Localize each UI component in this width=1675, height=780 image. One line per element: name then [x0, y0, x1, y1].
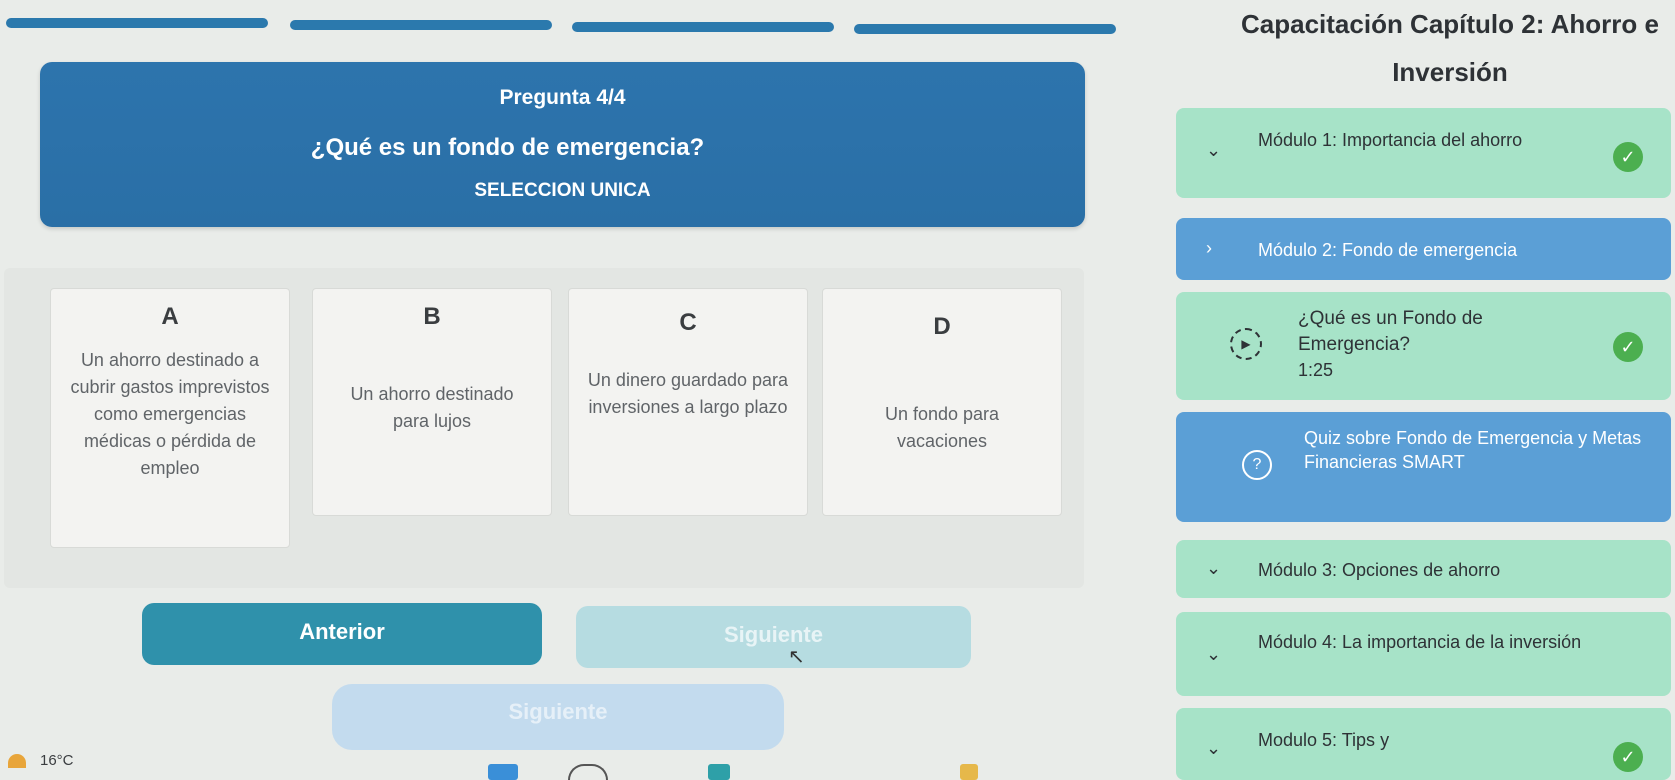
progress-segment-4	[854, 24, 1116, 34]
taskbar	[0, 748, 1675, 780]
question-card: Pregunta 4/4 ¿Qué es un fondo de emergen…	[40, 62, 1085, 227]
question-type: SELECCION UNICA	[474, 180, 651, 201]
quiz-item[interactable]: ? Quiz sobre Fondo de Emergencia y Metas…	[1176, 412, 1671, 522]
option-c[interactable]: C Un dinero guardado para inversiones a …	[568, 288, 808, 516]
quiz-item-title: Quiz sobre Fondo de Emergencia y Metas F…	[1304, 428, 1642, 472]
option-b[interactable]: B Un ahorro destinado para lujos	[312, 288, 552, 516]
file-explorer-icon[interactable]	[960, 764, 978, 780]
progress-segment-1	[6, 18, 268, 28]
start-icon[interactable]	[488, 764, 518, 780]
option-d[interactable]: D Un fondo para vacaciones	[822, 288, 1062, 516]
chapter-title: Capacitación Capítulo 2: Ahorro e Invers…	[1241, 9, 1659, 87]
progress-segment-2	[290, 20, 552, 30]
chevron-down-icon[interactable]: ⌄	[1206, 140, 1221, 161]
option-letter: D	[933, 313, 951, 340]
check-icon: ✓	[1613, 142, 1643, 172]
option-letter: C	[679, 309, 697, 336]
module-title: Módulo 2: Fondo de emergencia	[1258, 240, 1518, 260]
lesson-duration: 1:25	[1298, 360, 1334, 380]
module-1[interactable]: ⌄ Módulo 1: Importancia del ahorro ✓	[1176, 108, 1671, 198]
mouse-cursor-icon: ↖	[788, 646, 805, 668]
option-text: Un fondo para vacaciones	[884, 404, 1000, 451]
question-text: ¿Qué es un fondo de emergencia?	[310, 134, 705, 161]
option-letter: B	[423, 303, 441, 330]
next-button-secondary[interactable]: Siguiente	[332, 684, 784, 750]
question-mark-icon: ?	[1242, 450, 1272, 480]
option-text: Un ahorro destinado para lujos	[350, 384, 514, 431]
check-icon: ✓	[1613, 332, 1643, 362]
chevron-right-icon[interactable]: ›	[1206, 238, 1212, 259]
option-letter: A	[161, 303, 179, 330]
module-title: Módulo 1: Importancia del ahorro	[1258, 130, 1523, 150]
module-2[interactable]: › Módulo 2: Fondo de emergencia	[1176, 218, 1671, 280]
option-text: Un ahorro destinado a cubrir gastos impr…	[70, 350, 270, 478]
progress-segment-3	[572, 22, 834, 32]
weather-icon[interactable]	[8, 754, 26, 768]
edge-icon[interactable]	[708, 764, 730, 780]
chevron-down-icon[interactable]: ⌄	[1206, 558, 1221, 579]
weather-temperature[interactable]: 16°C	[40, 752, 74, 769]
question-number: Pregunta 4/4	[499, 86, 626, 109]
module-title: Módulo 4: La importancia de la inversión	[1258, 632, 1582, 652]
module-title: Módulo 3: Opciones de ahorro	[1258, 560, 1501, 580]
module-4[interactable]: ⌄ Módulo 4: La importancia de la inversi…	[1176, 612, 1671, 696]
next-button[interactable]: Siguiente	[576, 606, 971, 668]
previous-button[interactable]: Anterior	[142, 603, 542, 665]
lesson-title: ¿Qué es un Fondo de Emergencia?	[1298, 308, 1483, 355]
option-a[interactable]: A Un ahorro destinado a cubrir gastos im…	[50, 288, 290, 548]
lesson-item[interactable]: ▶ ¿Qué es un Fondo de Emergencia? 1:25 ✓	[1176, 292, 1671, 400]
play-icon[interactable]: ▶	[1230, 328, 1262, 360]
quiz-progress	[6, 12, 1116, 40]
chevron-down-icon[interactable]: ⌄	[1206, 644, 1221, 665]
option-text: Un dinero guardado para inversiones a la…	[587, 370, 789, 417]
module-3[interactable]: ⌄ Módulo 3: Opciones de ahorro	[1176, 540, 1671, 598]
